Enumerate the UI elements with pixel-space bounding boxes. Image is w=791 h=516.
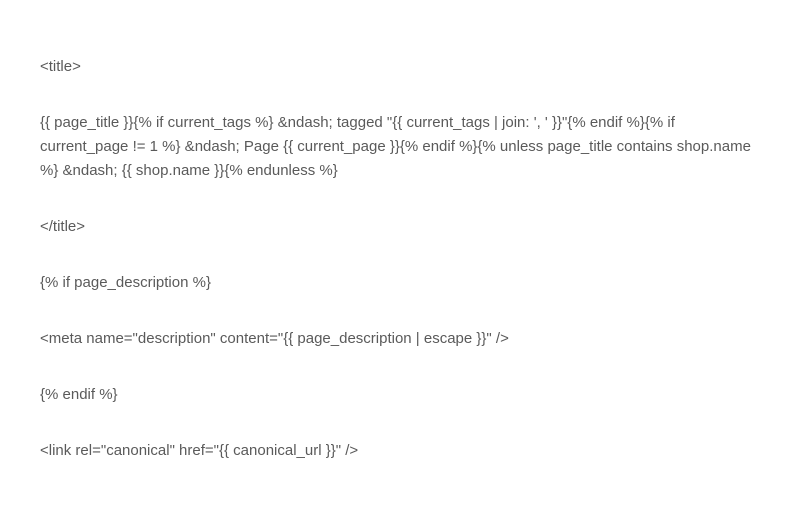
code-line-4: {% if page_description %} [40, 271, 751, 295]
code-line-2: {{ page_title }}{% if current_tags %} &n… [40, 111, 751, 183]
code-line-3: </title> [40, 215, 751, 239]
code-line-5: <meta name="description" content="{{ pag… [40, 327, 751, 351]
code-line-7: <link rel="canonical" href="{{ canonical… [40, 439, 751, 463]
code-line-1: <title> [40, 55, 751, 79]
code-line-6: {% endif %} [40, 383, 751, 407]
code-snippet: <title> {{ page_title }}{% if current_ta… [40, 55, 751, 463]
